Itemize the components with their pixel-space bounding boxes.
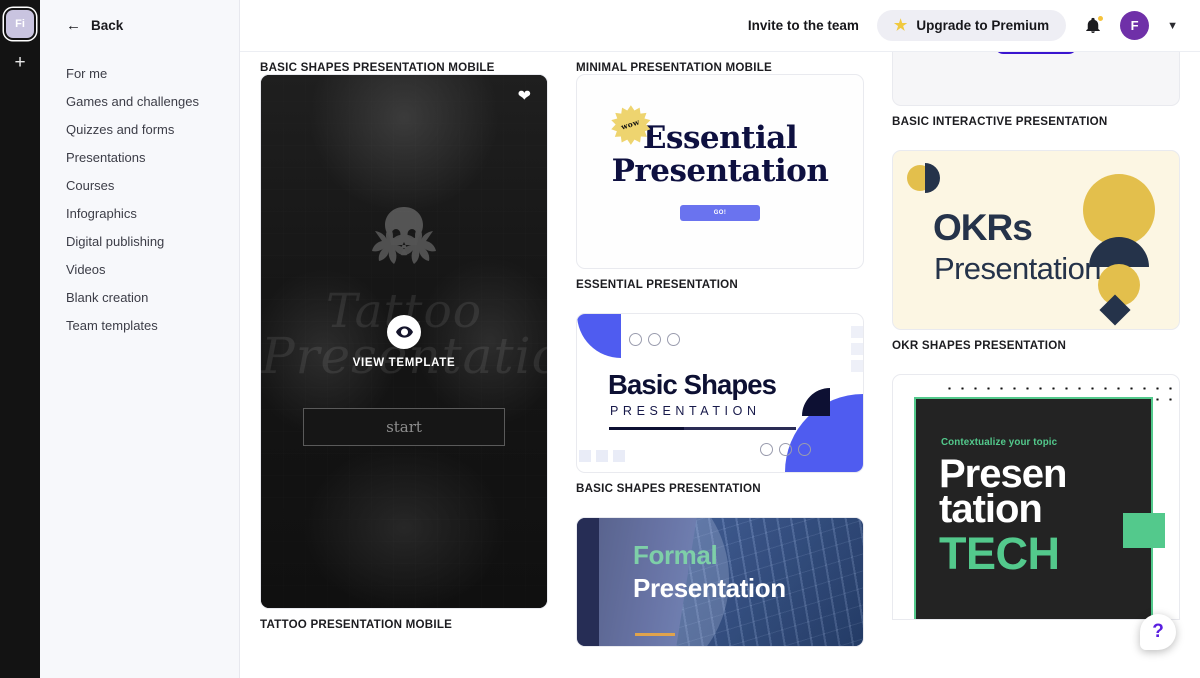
- wow-badge-label: wow: [620, 117, 642, 133]
- template-thumbnail[interactable]: Presentation Start: [892, 52, 1180, 106]
- workspace-avatar-tile[interactable]: Fi: [6, 10, 34, 38]
- gallery-column-2: MINIMAL PRESENTATION MOBILE wow Essentia…: [576, 52, 864, 669]
- template-thumbnail[interactable]: Formal Presentation: [576, 517, 864, 647]
- sidebar-item-presentations[interactable]: Presentations: [40, 143, 239, 171]
- thumb-title-line3: TECH: [939, 528, 1060, 579]
- invite-to-team-link[interactable]: Invite to the team: [748, 18, 859, 33]
- thumb-title-line2: tation: [939, 487, 1043, 531]
- thumb-circles-bottom: [760, 443, 811, 456]
- sidebar-item-games-and-challenges[interactable]: Games and challenges: [40, 87, 239, 115]
- template-thumbnail[interactable]: OKRs Presentation: [892, 150, 1180, 330]
- sidebar-menu: For me Games and challenges Quizzes and …: [40, 59, 239, 339]
- template-card-essential[interactable]: wow Essential Presentation GO! ESSENTIAL…: [576, 74, 864, 291]
- top-bar: Invite to the team ★ Upgrade to Premium …: [240, 0, 1200, 52]
- star-icon: ★: [893, 17, 908, 34]
- sidebar-item-videos[interactable]: Videos: [40, 255, 239, 283]
- thumb-go-button: GO!: [680, 204, 760, 221]
- thumb-rule: [635, 633, 675, 636]
- template-caption: ESSENTIAL PRESENTATION: [576, 278, 739, 291]
- template-card-basic-shapes[interactable]: Basic Shapes PRESENTATION BASIC SHAPES P…: [576, 313, 864, 495]
- thumb-art: wow Essential Presentation GO!: [577, 75, 863, 268]
- notifications-button[interactable]: [1084, 14, 1105, 36]
- template-caption: TATTOO PRESENTATION MOBILE: [260, 618, 453, 631]
- thumb-title: Formal Presentation: [633, 540, 786, 604]
- thumb-eyebrow: Contextualize your topic: [941, 437, 1058, 448]
- thumb-half-circle-top: [925, 163, 940, 193]
- thumb-shape-top-left: [577, 314, 621, 358]
- gallery-column-3: Presentation Start BASIC INTERACTIVE PRE…: [892, 52, 1180, 642]
- template-caption: BASIC INTERACTIVE PRESENTATION: [892, 115, 1108, 128]
- sidebar-item-blank-creation[interactable]: Blank creation: [40, 283, 239, 311]
- thumb-title: Basic Shapes: [608, 369, 777, 400]
- template-card-basic-interactive[interactable]: Presentation Start BASIC INTERACTIVE PRE…: [892, 52, 1180, 128]
- view-template-label: VIEW TEMPLATE: [352, 356, 456, 369]
- essential-title-text: Essential: [642, 120, 798, 157]
- template-card-tech[interactable]: Contextualize your topic Presen tation T…: [892, 374, 1180, 620]
- thumb-title-line1: Formal: [633, 540, 718, 570]
- add-workspace-button[interactable]: +: [6, 48, 34, 76]
- template-card-tattoo-mobile[interactable]: ❤ start VIEW TEMPLATE TATTOO PRESENTATIO…: [260, 74, 548, 631]
- help-button[interactable]: ?: [1140, 614, 1176, 650]
- thumb-title-line2: Presentation: [934, 251, 1101, 286]
- arrow-left-icon: ←: [66, 17, 81, 34]
- thumb-title-line2: Presentation: [611, 152, 829, 189]
- sidebar-item-team-templates[interactable]: Team templates: [40, 311, 239, 339]
- thumb-rule: [609, 427, 796, 430]
- sidebar-item-for-me[interactable]: For me: [40, 59, 239, 87]
- notification-dot: [1097, 14, 1105, 22]
- sidebar-item-digital-publishing[interactable]: Digital publishing: [40, 227, 239, 255]
- template-gallery: BASIC SHAPES PRESENTATION MOBILE ❤ start…: [240, 52, 1200, 678]
- thumb-title-line1: OKRs: [933, 207, 1033, 248]
- sidebar-item-courses[interactable]: Courses: [40, 171, 239, 199]
- upgrade-label: Upgrade to Premium: [916, 18, 1050, 33]
- sidebar-back-label: Back: [91, 18, 124, 33]
- template-thumbnail[interactable]: wow Essential Presentation GO!: [576, 74, 864, 269]
- template-card-formal[interactable]: Formal Presentation: [576, 517, 864, 647]
- template-caption: OKR SHAPES PRESENTATION: [892, 339, 1067, 352]
- template-thumbnail[interactable]: ❤ start VIEW TEMPLATE: [260, 74, 548, 609]
- template-caption: BASIC SHAPES PRESENTATION MOBILE: [260, 61, 495, 74]
- eye-glyph: [395, 325, 413, 338]
- template-caption: BASIC SHAPES PRESENTATION: [576, 482, 761, 495]
- main-area: Invite to the team ★ Upgrade to Premium …: [240, 0, 1200, 678]
- sidebar: ← Back For me Games and challenges Quizz…: [40, 0, 240, 678]
- avatar[interactable]: F: [1120, 11, 1150, 40]
- thumb-subtitle: PRESENTATION: [610, 404, 761, 418]
- thumb-squares-right: [851, 326, 863, 372]
- sidebar-item-infographics[interactable]: Infographics: [40, 199, 239, 227]
- app-root: Fi + ← Back For me Games and challenges …: [0, 0, 1200, 678]
- sidebar-item-quizzes-and-forms[interactable]: Quizzes and forms: [40, 115, 239, 143]
- gallery-column-1: BASIC SHAPES PRESENTATION MOBILE ❤ start…: [260, 52, 548, 653]
- thumb-start-button: Start: [994, 52, 1078, 54]
- chevron-down-icon[interactable]: ▼: [1167, 20, 1178, 32]
- upgrade-to-premium-button[interactable]: ★ Upgrade to Premium: [876, 10, 1067, 41]
- thumb-green-square: [1123, 513, 1165, 548]
- workspace-rail: Fi +: [0, 0, 40, 678]
- thumb-title-line1: wow Essential: [611, 105, 798, 157]
- thumb-title-line2: Presentation: [633, 573, 786, 603]
- sidebar-back-button[interactable]: ← Back: [40, 18, 239, 33]
- template-card-okr-shapes[interactable]: OKRs Presentation OKR SHAPES PRESENTATIO…: [892, 150, 1180, 352]
- template-thumbnail[interactable]: Contextualize your topic Presen tation T…: [892, 374, 1180, 620]
- template-caption: MINIMAL PRESENTATION MOBILE: [576, 61, 772, 74]
- template-thumbnail[interactable]: Basic Shapes PRESENTATION: [576, 313, 864, 473]
- thumb-squares-bottom: [577, 450, 625, 462]
- template-hover-overlay[interactable]: VIEW TEMPLATE: [261, 75, 547, 608]
- thumb-shape-quarter: [802, 388, 830, 416]
- thumb-left-band: [577, 518, 599, 646]
- thumb-circle-large: [1083, 174, 1155, 246]
- eye-icon[interactable]: [387, 314, 421, 349]
- thumb-dot-column: [1169, 383, 1173, 619]
- thumb-circles-top: [629, 333, 680, 346]
